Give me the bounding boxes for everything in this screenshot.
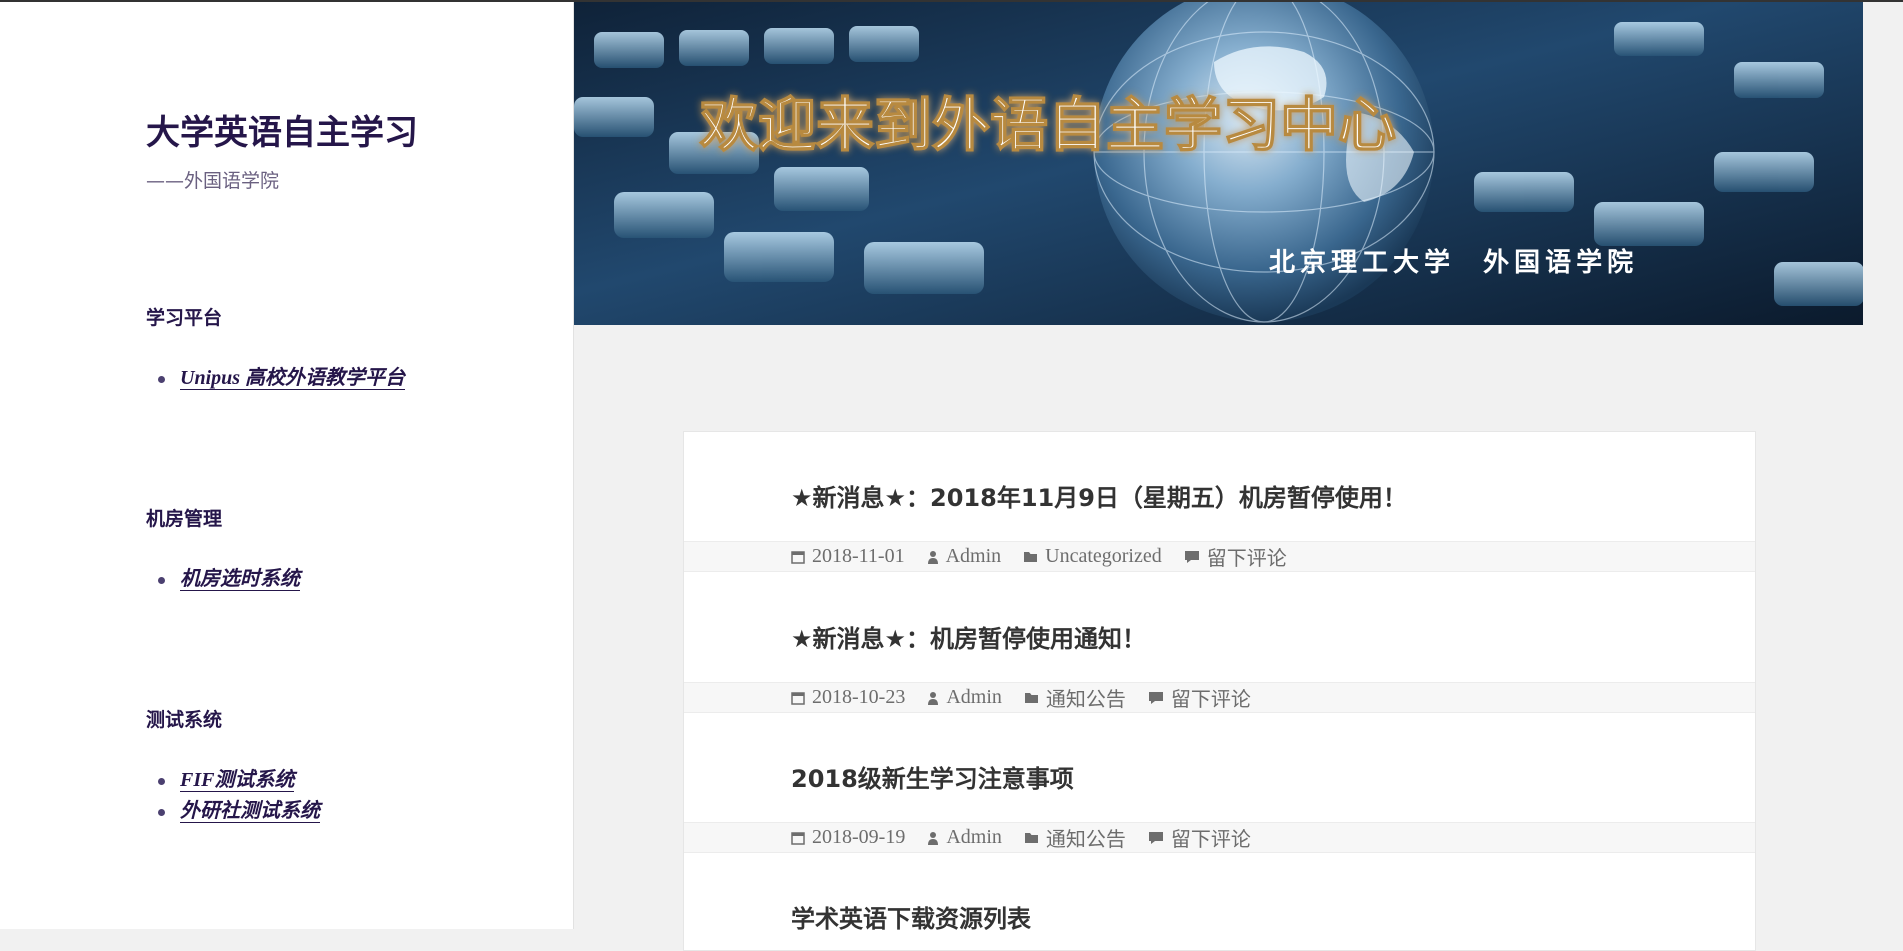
post-comments-link[interactable]: 留下评论: [1148, 683, 1251, 712]
post-date[interactable]: 2018-09-19: [791, 826, 905, 849]
widget-title-learning-platform: 学习平台: [146, 307, 223, 329]
list-item: FIF测试系统: [146, 765, 320, 796]
list-item: Unipus 高校外语教学平台: [146, 363, 406, 394]
post-category[interactable]: Uncategorized: [1023, 545, 1162, 568]
post-title[interactable]: 学术英语下载资源列表: [791, 899, 1031, 934]
calendar-icon: [791, 691, 805, 705]
site-title[interactable]: 大学英语自主学习: [146, 105, 418, 154]
post-date[interactable]: 2018-11-01: [791, 545, 905, 568]
post-comments-text: 留下评论: [1170, 689, 1251, 711]
link-fltrp-test[interactable]: 外研社测试系统: [180, 800, 320, 823]
post-date-text: 2018-09-19: [812, 826, 906, 848]
post-author[interactable]: Admin: [927, 686, 1002, 709]
post-meta: 2018-11-01 Admin Uncategorized 留下评论: [684, 541, 1755, 572]
post-author[interactable]: Admin: [927, 545, 1002, 568]
comment-icon: [1184, 550, 1200, 564]
comment-icon: [1148, 691, 1164, 705]
post-title[interactable]: ★新消息★：机房暂停使用通知！: [791, 619, 1146, 654]
post-category[interactable]: 通知公告: [1024, 823, 1126, 852]
folder-icon: [1024, 831, 1039, 844]
post-author-text: Admin: [946, 686, 1002, 708]
post-date[interactable]: 2018-10-23: [791, 686, 905, 709]
folder-icon: [1023, 550, 1038, 563]
post-category[interactable]: 通知公告: [1024, 683, 1126, 712]
post-author[interactable]: Admin: [927, 826, 1002, 849]
list-item: 机房选时系统: [146, 564, 300, 595]
post-title[interactable]: ★新消息★：2018年11月9日（星期五）机房暂停使用！: [791, 478, 1407, 513]
post-category-text: 通知公告: [1045, 689, 1126, 711]
post-list-card: ★新消息★：2018年11月9日（星期五）机房暂停使用！ 2018-11-01 …: [683, 431, 1756, 951]
post-meta: 2018-09-19 Admin 通知公告 留下评论: [684, 822, 1755, 853]
post-comments-link[interactable]: 留下评论: [1148, 823, 1251, 852]
widget-title-test-system: 测试系统: [146, 709, 223, 731]
post-author-text: Admin: [946, 826, 1002, 848]
widget-list-learning-platform: Unipus 高校外语教学平台: [146, 363, 406, 394]
list-item: 外研社测试系统: [146, 796, 320, 827]
banner-headline: 欢迎来到外语自主学习中心: [699, 91, 1396, 159]
post-date-text: 2018-10-23: [812, 686, 906, 708]
post-date-text: 2018-11-01: [812, 545, 905, 567]
person-icon: [927, 691, 939, 705]
comment-icon: [1148, 831, 1164, 845]
post-comments-link[interactable]: 留下评论: [1184, 542, 1287, 571]
sidebar: 大学英语自主学习 ——外国语学院 学习平台 Unipus 高校外语教学平台 机房…: [0, 2, 574, 929]
person-icon: [927, 550, 939, 564]
calendar-icon: [791, 831, 805, 845]
widget-title-lab-management: 机房管理: [146, 508, 223, 530]
post-author-text: Admin: [945, 545, 1002, 567]
header-banner-image: 欢迎来到外语自主学习中心 北京理工大学 外国语学院: [574, 2, 1863, 325]
post-category-text: Uncategorized: [1045, 545, 1162, 567]
link-lab-booking[interactable]: 机房选时系统: [180, 568, 300, 591]
link-fif-test[interactable]: FIF测试系统: [180, 769, 295, 792]
post-category-text: 通知公告: [1045, 829, 1126, 851]
post-title[interactable]: 2018级新生学习注意事项: [791, 759, 1074, 794]
person-icon: [927, 831, 939, 845]
post-meta: 2018-10-23 Admin 通知公告 留下评论: [684, 682, 1755, 713]
widget-list-lab-management: 机房选时系统: [146, 564, 300, 595]
widget-list-test-system: FIF测试系统 外研社测试系统: [146, 765, 320, 827]
site-description: ——外国语学院: [146, 170, 280, 192]
link-unipus[interactable]: Unipus 高校外语教学平台: [180, 367, 406, 390]
post-comments-text: 留下评论: [1170, 829, 1251, 851]
post-comments-text: 留下评论: [1206, 548, 1287, 570]
banner-subline: 北京理工大学 外国语学院: [1269, 247, 1638, 278]
folder-icon: [1024, 691, 1039, 704]
calendar-icon: [791, 550, 805, 564]
